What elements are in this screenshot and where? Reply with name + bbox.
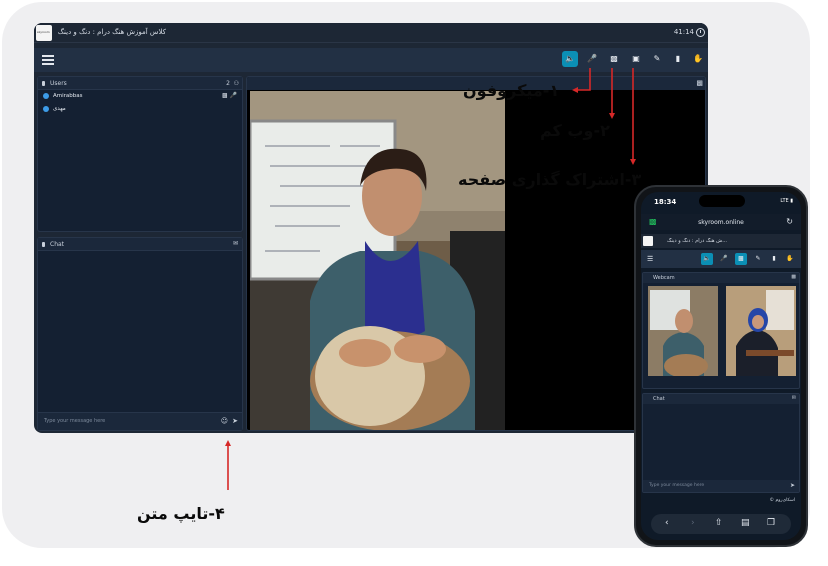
- mobile-webcam-panel: Webcam ▩: [642, 272, 800, 389]
- mobile-chat-panel: Chat ✉ Type your message here ➤: [642, 393, 800, 493]
- webcam-panel-title: Webcam: [653, 275, 675, 281]
- bookmarks-icon[interactable]: ▤: [741, 518, 750, 528]
- status-time: 18:34: [654, 198, 677, 206]
- mic-arrow: [575, 68, 591, 91]
- tabs-icon[interactable]: ❐: [767, 518, 775, 528]
- chat-bubble-icon: ✉: [791, 395, 796, 401]
- mobile-phone-frame: 18:34 LTE ▮ ▩ skyroom.online ↻ ...ش هنگ …: [634, 185, 808, 547]
- network-label: LTE: [780, 198, 789, 204]
- camera-icon: ▩: [791, 274, 796, 280]
- screenshot-canvas: skyroom کلاس آموزش هنگ درام : دنگ و دینگ…: [0, 0, 828, 566]
- status-network: LTE ▮: [780, 198, 793, 204]
- webcam-feed-student: [726, 286, 796, 376]
- brush-icon[interactable]: ✎: [752, 253, 764, 265]
- mobile-webcam-header: Webcam ▩: [643, 273, 799, 283]
- share-icon[interactable]: ⇧: [715, 518, 723, 528]
- menu-icon[interactable]: ☰: [647, 255, 653, 263]
- mobile-screen: 18:34 LTE ▮ ▩ skyroom.online ↻ ...ش هنگ …: [641, 192, 801, 540]
- app-logo: [643, 236, 653, 246]
- dynamic-island: [699, 195, 745, 207]
- mobile-chat-header: Chat ✉: [643, 394, 799, 404]
- student-video-image: [726, 286, 796, 376]
- browser-url-bar[interactable]: ▩ skyroom.online ↻: [641, 214, 801, 230]
- send-icon[interactable]: ➤: [790, 482, 795, 489]
- hand-icon[interactable]: ✋: [784, 253, 796, 265]
- mobile-toolbar: ☰ 🔈 🎤 ▩ ✎ ▮ ✋: [641, 250, 801, 268]
- folder-icon[interactable]: ▮: [768, 253, 780, 265]
- url-text[interactable]: skyroom.online: [641, 219, 801, 226]
- webcam-icon[interactable]: ▩: [735, 253, 747, 265]
- mic-icon[interactable]: 🎤: [718, 253, 730, 265]
- speaker-icon[interactable]: 🔈: [701, 253, 713, 265]
- browser-bottom-bar: ‹ › ⇧ ▤ ❐: [651, 514, 791, 534]
- mobile-chat-input[interactable]: Type your message here: [649, 483, 704, 488]
- mobile-chat-input-bar[interactable]: Type your message here ➤: [643, 480, 799, 492]
- webcam-feed-teacher: [648, 286, 718, 376]
- back-icon[interactable]: ‹: [665, 518, 669, 528]
- mobile-title-bar: ...ش هنگ درام : دنگ و دینگ: [641, 234, 801, 248]
- forward-icon[interactable]: ›: [691, 518, 695, 528]
- mobile-room-title: ...ش هنگ درام : دنگ و دینگ: [667, 238, 727, 244]
- teacher-video-image: [648, 286, 718, 376]
- reload-icon[interactable]: ↻: [786, 217, 793, 226]
- chat-panel-title: Chat: [653, 396, 665, 402]
- brand-footer: اسکای‌روم ©: [769, 498, 795, 503]
